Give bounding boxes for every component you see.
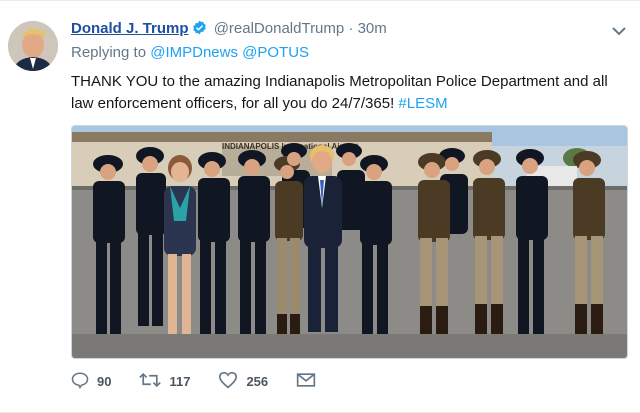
separator-dot: · xyxy=(348,20,354,37)
retweet-button[interactable]: 117 xyxy=(139,371,190,392)
chevron-down-icon[interactable] xyxy=(612,23,626,41)
author-name[interactable]: Donald J. Trump xyxy=(71,20,189,37)
tweet-text: THANK YOU to the amazing Indianapolis Me… xyxy=(71,71,626,115)
tweet-photo[interactable]: INDIANAPOLIS International Airport xyxy=(71,125,628,359)
verified-badge-icon xyxy=(192,20,207,41)
reply-prefix: Replying to xyxy=(71,44,147,61)
avatar[interactable] xyxy=(8,21,58,71)
tweet-card[interactable]: Donald J. Trump @realDonaldTrump · 30m R… xyxy=(0,0,640,413)
like-button[interactable]: 256 xyxy=(218,371,268,392)
like-count: 256 xyxy=(246,374,269,389)
envelope-icon xyxy=(296,372,324,391)
heart-icon xyxy=(218,371,246,392)
author-handle[interactable]: @realDonaldTrump xyxy=(214,20,345,37)
tweet-header: Donald J. Trump @realDonaldTrump · 30m xyxy=(71,19,600,41)
retweet-count: 117 xyxy=(169,374,191,389)
group-photo: INDIANAPOLIS International Airport xyxy=(72,126,627,358)
tweet-actions: 90 117 256 xyxy=(71,371,352,392)
mention-potus[interactable]: @POTUS xyxy=(242,44,309,61)
tweet-body: THANK YOU to the amazing Indianapolis Me… xyxy=(71,73,608,112)
mention-impdnews[interactable]: @IMPDnews xyxy=(150,44,238,61)
reply-icon xyxy=(71,371,97,392)
retweet-icon xyxy=(139,371,169,392)
timestamp[interactable]: 30m xyxy=(358,20,387,37)
reply-count: 90 xyxy=(97,374,112,389)
replying-to: Replying to @IMPDnews @POTUS xyxy=(71,44,309,61)
hashtag-link[interactable]: #LESM xyxy=(398,95,447,112)
reply-button[interactable]: 90 xyxy=(71,371,111,392)
direct-message-button[interactable] xyxy=(296,372,324,391)
